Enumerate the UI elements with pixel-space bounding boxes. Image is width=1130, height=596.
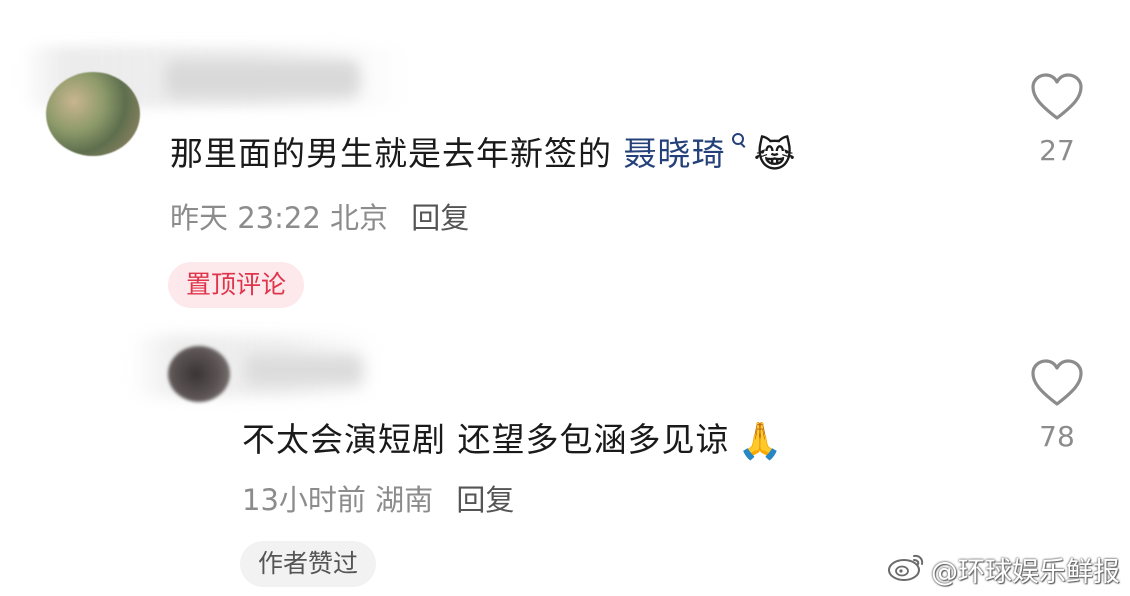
comment-location: 湖南	[375, 483, 434, 517]
blurred-username[interactable]	[165, 60, 360, 98]
comment-meta: 13小时前 湖南 回复	[242, 477, 514, 519]
author-liked-badge: 作者赞过	[240, 541, 377, 587]
comment-location: 北京	[330, 201, 389, 235]
mention-link[interactable]: 聂晓琦	[624, 134, 726, 173]
comment-text-body: 不太会演短剧 还望多包涵多见谅	[242, 420, 730, 459]
blurred-username[interactable]	[245, 354, 363, 386]
watermark: @环球娱乐鲜报	[887, 550, 1120, 589]
folded-hands-emoji: 🙏	[737, 421, 784, 462]
watermark-text: @环球娱乐鲜报	[931, 557, 1120, 588]
like-button[interactable]: 27	[1027, 72, 1087, 167]
pinned-comment-badge: 置顶评论	[168, 262, 305, 308]
comment-text: 不太会演短剧 还望多包涵多见谅 🙏	[242, 413, 783, 462]
avatar[interactable]	[46, 72, 140, 156]
like-button[interactable]: 78	[1027, 358, 1087, 453]
reply-button[interactable]: 回复	[411, 201, 469, 235]
comment-text-body: 那里面的男生就是去年新签的	[170, 134, 624, 173]
like-count: 78	[1039, 420, 1075, 453]
avatar[interactable]	[168, 346, 230, 402]
comment-text: 那里面的男生就是去年新签的 聂晓琦 😹	[170, 127, 797, 176]
comment-time: 昨天 23:22	[170, 201, 321, 235]
heart-outline-icon[interactable]	[1030, 72, 1084, 122]
weibo-icon	[887, 550, 927, 589]
laughing-cat-emoji: 😹	[753, 135, 797, 176]
like-count: 27	[1039, 134, 1075, 167]
comment-meta: 昨天 23:22 北京 回复	[170, 195, 469, 237]
reply-button[interactable]: 回复	[456, 483, 514, 517]
heart-outline-icon[interactable]	[1030, 358, 1084, 408]
search-icon[interactable]	[731, 133, 746, 147]
comment-time: 13小时前	[242, 483, 366, 517]
